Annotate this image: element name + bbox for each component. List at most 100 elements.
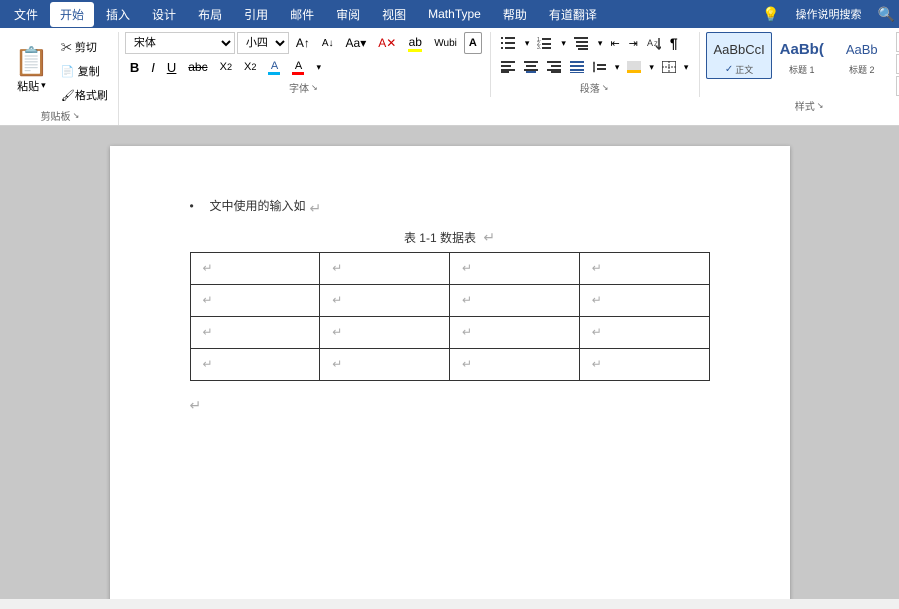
align-left-button[interactable]	[497, 56, 519, 78]
underline-button[interactable]: U	[162, 56, 181, 78]
search-icon[interactable]: 🔍	[878, 6, 895, 23]
multilevel-dropdown[interactable]: ▾	[595, 32, 606, 54]
styles-area: AaBbCcI ✓ 正文 AaBb( 标题 1	[706, 32, 891, 79]
table-cell[interactable]: ↵	[320, 285, 450, 317]
paragraph-controls: ▾ 1.2.3. ▾ ▾ ⇤ ⇥ AZ	[497, 32, 692, 78]
table-caption-text: 表 1-1 数据表	[404, 231, 476, 245]
align-right-button[interactable]	[543, 56, 565, 78]
menu-design[interactable]: 设计	[142, 2, 186, 27]
paste-dropdown-icon[interactable]: ▾	[41, 80, 46, 91]
number-dropdown[interactable]: ▾	[558, 32, 569, 54]
show-marks-button[interactable]: ¶	[666, 32, 682, 54]
table-cell[interactable]: ↵	[579, 285, 709, 317]
style-normal[interactable]: AaBbCcI ✓ 正文	[706, 32, 771, 79]
style-heading2[interactable]: AaBb 标题 2	[832, 33, 892, 78]
paragraph-expand-icon[interactable]: ↘	[602, 83, 609, 92]
copy-button[interactable]: 📄 复制	[57, 60, 112, 82]
bullet-list-button[interactable]	[497, 32, 521, 54]
table-cell[interactable]: ↵	[320, 317, 450, 349]
styles-group-label: 样式	[795, 98, 815, 113]
table-cell[interactable]: ↵	[190, 317, 320, 349]
menu-mathtype[interactable]: MathType	[418, 3, 491, 25]
format-painter-icon: 🖌	[61, 89, 75, 102]
italic-button[interactable]: I	[146, 56, 160, 78]
cut-button[interactable]: ✂ 剪切	[57, 36, 112, 58]
table-row: ↵ ↵ ↵ ↵	[190, 317, 709, 349]
decrease-indent-button[interactable]: ⇤	[606, 32, 623, 54]
bullet-dropdown[interactable]: ▾	[522, 32, 533, 54]
document-area: • 文中使用的输入如 ↵ 表 1-1 数据表 ↵ ↵ ↵ ↵ ↵	[0, 126, 899, 599]
table-cell[interactable]: ↵	[190, 349, 320, 381]
table-cell[interactable]: ↵	[579, 253, 709, 285]
paragraph-group-label: 段落	[580, 80, 600, 95]
sort-button[interactable]: AZ	[643, 32, 665, 54]
line-spacing-dropdown[interactable]: ▾	[612, 56, 623, 78]
styles-expand-icon[interactable]: ↘	[817, 101, 824, 110]
number-list-button[interactable]: 1.2.3.	[533, 32, 557, 54]
format-painter-button[interactable]: 🖌 格式刷	[57, 84, 112, 106]
menu-review[interactable]: 审阅	[326, 2, 370, 27]
table-cell[interactable]: ↵	[450, 317, 580, 349]
menu-file[interactable]: 文件	[4, 2, 48, 27]
style-heading1-preview: AaBb(	[780, 35, 824, 63]
table-cell[interactable]: ↵	[190, 253, 320, 285]
table-cell[interactable]: ↵	[579, 317, 709, 349]
menu-references[interactable]: 引用	[234, 2, 278, 27]
after-table-paragraph: ↵	[190, 393, 710, 418]
border-button[interactable]	[658, 56, 680, 78]
font-grow-button[interactable]: A↑	[291, 32, 315, 54]
font-shrink-button[interactable]: A↓	[317, 32, 339, 54]
clipboard-small-buttons: ✂ 剪切 📄 复制 🖌 格式刷	[57, 32, 112, 106]
menu-mailings[interactable]: 邮件	[280, 2, 324, 27]
menu-search[interactable]: 操作说明搜索	[786, 2, 872, 26]
clipboard-expand-icon[interactable]: ↘	[73, 111, 80, 120]
bold-button[interactable]: B	[125, 56, 144, 78]
data-table[interactable]: ↵ ↵ ↵ ↵ ↵ ↵ ↵ ↵ ↵ ↵ ↵ ↵	[190, 252, 710, 381]
justify-button[interactable]	[566, 56, 588, 78]
font-color-dropdown[interactable]: ▾	[311, 56, 326, 78]
subscript-button[interactable]: X2	[215, 56, 237, 78]
menu-layout[interactable]: 布局	[188, 2, 232, 27]
table-cell[interactable]: ↵	[579, 349, 709, 381]
table-cell[interactable]: ↵	[450, 349, 580, 381]
font-color-button[interactable]: A	[287, 56, 309, 78]
border-dropdown[interactable]: ▾	[681, 56, 692, 78]
table-cell[interactable]: ↵	[450, 285, 580, 317]
style-normal-label: 正文	[735, 63, 753, 76]
menu-youdao[interactable]: 有道翻译	[539, 2, 607, 27]
text-highlight-button[interactable]: A	[263, 56, 285, 78]
menu-insert[interactable]: 插入	[96, 2, 140, 27]
font-expand-icon[interactable]: ↘	[311, 83, 318, 92]
highlight-button[interactable]: ab	[403, 32, 427, 54]
table-cell[interactable]: ↵	[190, 285, 320, 317]
shading-dropdown[interactable]: ▾	[646, 56, 657, 78]
body-text: 文中使用的输入如	[210, 196, 306, 218]
table-cell[interactable]: ↵	[450, 253, 580, 285]
menu-help[interactable]: 帮助	[493, 2, 537, 27]
paste-button[interactable]: 📋 粘贴 ▾	[8, 40, 55, 98]
table-cell[interactable]: ↵	[320, 253, 450, 285]
font-group-label: 字体	[289, 80, 309, 95]
change-case-button[interactable]: Aa▾	[341, 32, 372, 54]
font-size-select[interactable]: 小四	[237, 32, 289, 54]
style-normal-checkmark: ✓	[725, 64, 733, 75]
paste-icon: 📋	[14, 45, 49, 78]
page[interactable]: • 文中使用的输入如 ↵ 表 1-1 数据表 ↵ ↵ ↵ ↵ ↵	[110, 146, 790, 599]
style-heading1[interactable]: AaBb( 标题 1	[772, 33, 832, 78]
shading-button[interactable]	[623, 56, 645, 78]
wubi-button[interactable]: Wubi	[429, 32, 462, 54]
strikethrough-button[interactable]: abc	[183, 56, 212, 78]
font-name-select[interactable]: 宋体	[125, 32, 235, 54]
increase-indent-button[interactable]: ⇥	[625, 32, 642, 54]
superscript-button[interactable]: X2	[239, 56, 261, 78]
menu-view[interactable]: 视图	[372, 2, 416, 27]
clear-format-button[interactable]: A✕	[373, 32, 401, 54]
line-spacing-button[interactable]	[589, 56, 611, 78]
styles-group: AaBbCcI ✓ 正文 AaBb( 标题 1	[702, 32, 899, 115]
table-cell[interactable]: ↵	[320, 349, 450, 381]
paste-label: 粘贴	[17, 78, 39, 94]
menu-start[interactable]: 开始	[50, 2, 94, 27]
char-border-button[interactable]: A	[464, 32, 482, 54]
multilevel-list-button[interactable]	[570, 32, 594, 54]
align-center-button[interactable]	[520, 56, 542, 78]
